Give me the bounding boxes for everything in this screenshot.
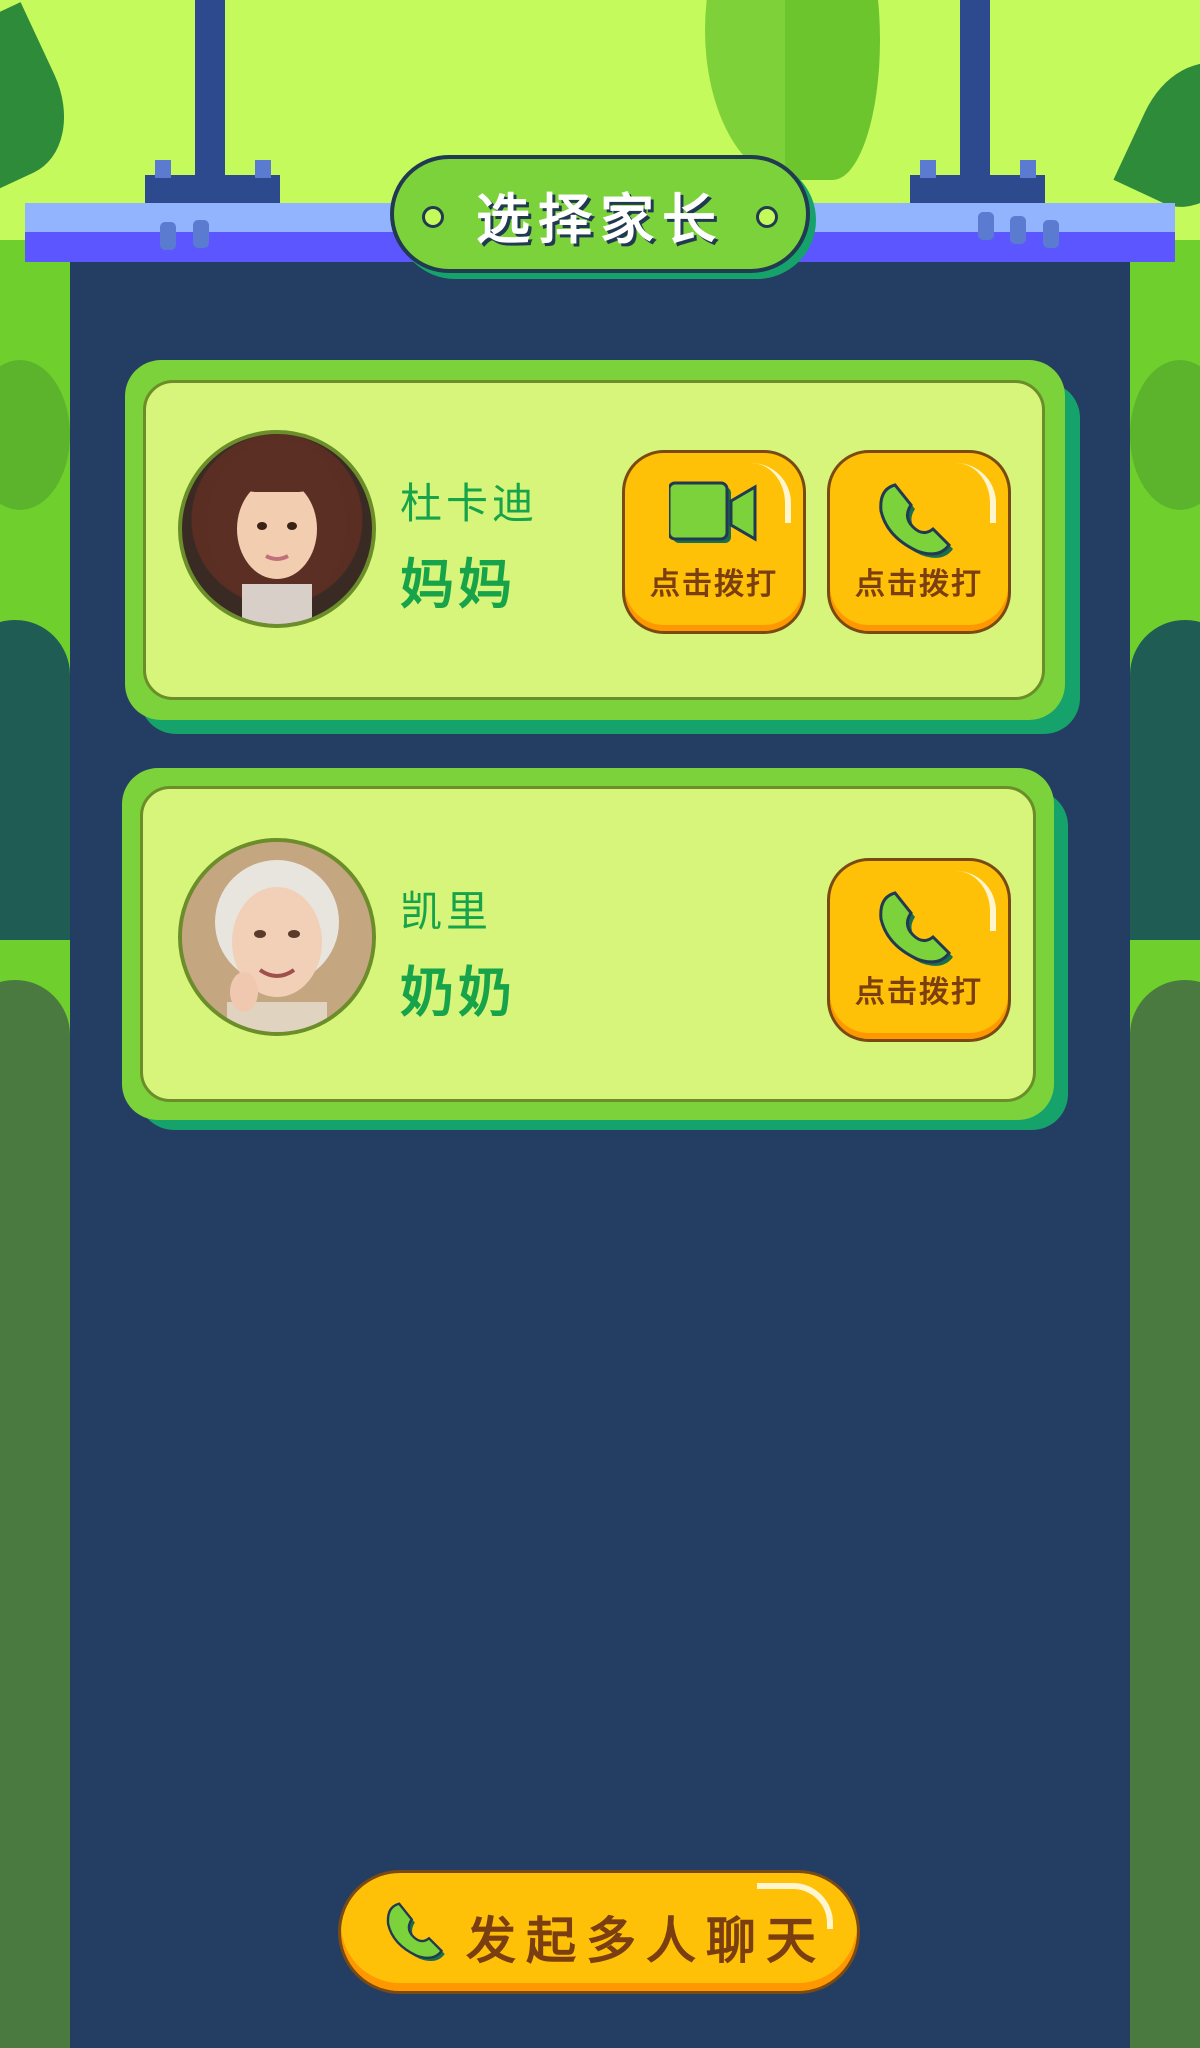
voice-call-button[interactable]: 点击拨打	[827, 450, 1011, 634]
bolt	[978, 212, 994, 240]
bolt	[160, 222, 176, 250]
leaf-decoration	[0, 980, 70, 2048]
call-button-label: 点击拨打	[650, 567, 778, 602]
bolt	[193, 220, 209, 248]
avatar-portrait-icon	[182, 842, 372, 1032]
contact-role: 妈妈	[400, 553, 516, 616]
bolt	[1043, 220, 1059, 248]
contact-name: 凯里	[400, 887, 493, 936]
leaf-decoration	[1130, 620, 1200, 940]
clamp-tab	[155, 160, 171, 178]
leaf-decoration	[0, 620, 70, 940]
start-group-chat-button[interactable]: 发起多人聊天	[338, 1870, 860, 1994]
leaf-decoration	[1130, 980, 1200, 2048]
phone-icon	[879, 483, 953, 558]
call-button-label: 点击拨打	[855, 567, 983, 602]
page-title-badge: 选择家长	[390, 155, 810, 273]
avatar-mom	[178, 430, 376, 628]
group-chat-label: 发起多人聊天	[466, 1912, 826, 1970]
phone-icon	[386, 1902, 445, 1961]
page-title: 选择家长	[476, 187, 724, 251]
pole-clamp	[145, 175, 280, 205]
voice-call-button[interactable]: 点击拨打	[827, 858, 1011, 1042]
hanging-pole	[195, 0, 225, 180]
clamp-tab	[1020, 160, 1036, 178]
clamp-tab	[920, 160, 936, 178]
bolt	[1010, 216, 1026, 244]
call-button-label: 点击拨打	[855, 975, 983, 1010]
hanging-pole	[960, 0, 990, 180]
avatar-grandma	[178, 838, 376, 1036]
contact-role: 奶奶	[400, 961, 516, 1024]
clamp-tab	[255, 160, 271, 178]
video-call-button[interactable]: 点击拨打	[622, 450, 806, 634]
avatar-portrait-icon	[207, 439, 347, 624]
contact-name: 杜卡迪	[400, 479, 539, 528]
phone-icon	[879, 891, 953, 966]
title-dot	[422, 206, 444, 228]
title-dot	[756, 206, 778, 228]
video-camera-icon	[669, 481, 757, 543]
pole-clamp	[910, 175, 1045, 205]
